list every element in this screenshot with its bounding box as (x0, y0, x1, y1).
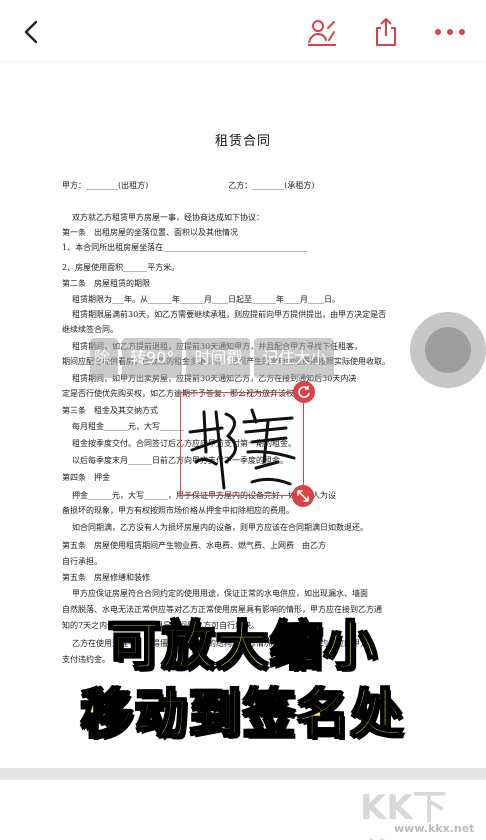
signature-toolbar: 除 转90° 时间戳 记住大小 (90, 338, 335, 378)
document-line: 甲方：________(出租方) 乙方：________(承租方) (62, 181, 315, 190)
toolbar-remember-size-button[interactable]: 记住大小 (254, 338, 335, 378)
signature-icon[interactable] (306, 18, 338, 48)
bottom-band (0, 768, 486, 780)
toolbar-rotate-button[interactable]: 转90° (122, 338, 183, 378)
document-line: 2、房屋使用面积______平方米。 (62, 263, 180, 272)
document-line: 1、本合同所出租房屋坐落在___________________________… (62, 243, 308, 252)
document-line: 第五条 房屋修缮和装修 (62, 573, 150, 582)
document-line: 自行承担。 (62, 557, 102, 566)
chevron-left-icon[interactable] (18, 18, 46, 46)
watermark-url: www.kkx.net (394, 822, 475, 835)
document-line: 租赁期限届满前30天，如乙方需要继续承租，则应提前向甲方提供提出，由甲方决定是否 (72, 310, 387, 319)
document-line: 继续续签合同。 (62, 325, 118, 334)
more-dots-icon[interactable] (432, 18, 468, 46)
document-line: 如合同期满，乙方没有人为损坏房屋内的设备，则甲方应该在合同期满日如数退还。 (72, 523, 368, 532)
watermark-logo: KK下载 (360, 788, 447, 840)
caption-line-2: 移动到签名处 (80, 684, 405, 746)
document-line: 备损坏的现象，甲方有权按照市场价格从押金中扣除相应的费用。 (62, 506, 294, 515)
document-line: 第二条 房屋租赁的期限 (62, 279, 150, 288)
top-bar (0, 0, 486, 62)
caption-line-1: 可放大缩小 (107, 616, 378, 678)
toolbar-timestamp-button[interactable]: 时间戳 (186, 338, 251, 378)
rotate-icon[interactable] (293, 381, 315, 403)
document-line: 甲方应保证房屋符合合同约定的使用用途，保证正常的水电供应，如出现漏水、墙面 (72, 589, 368, 598)
document-line: 双方就乙方租赁甲方房屋一事，经协商达成如下协议： (72, 213, 264, 222)
document-title: 租赁合同 (214, 134, 271, 149)
document-line: 第五条 房屋使用租赁期间产生物业费、水电费、燃气费、上网费 由乙方 (62, 541, 326, 550)
signature-handwriting[interactable] (182, 392, 306, 496)
resize-icon[interactable] (292, 485, 314, 507)
floating-assist-button[interactable] (410, 312, 486, 388)
toolbar-delete-button[interactable]: 除 (90, 338, 119, 378)
document-line: 第一条 出租房屋的坐落位置、面积以及其他情况 (62, 228, 238, 237)
share-icon[interactable] (372, 16, 400, 48)
document-line: 租赁期限为___年。从______年______月____日起至______年_… (72, 295, 340, 304)
